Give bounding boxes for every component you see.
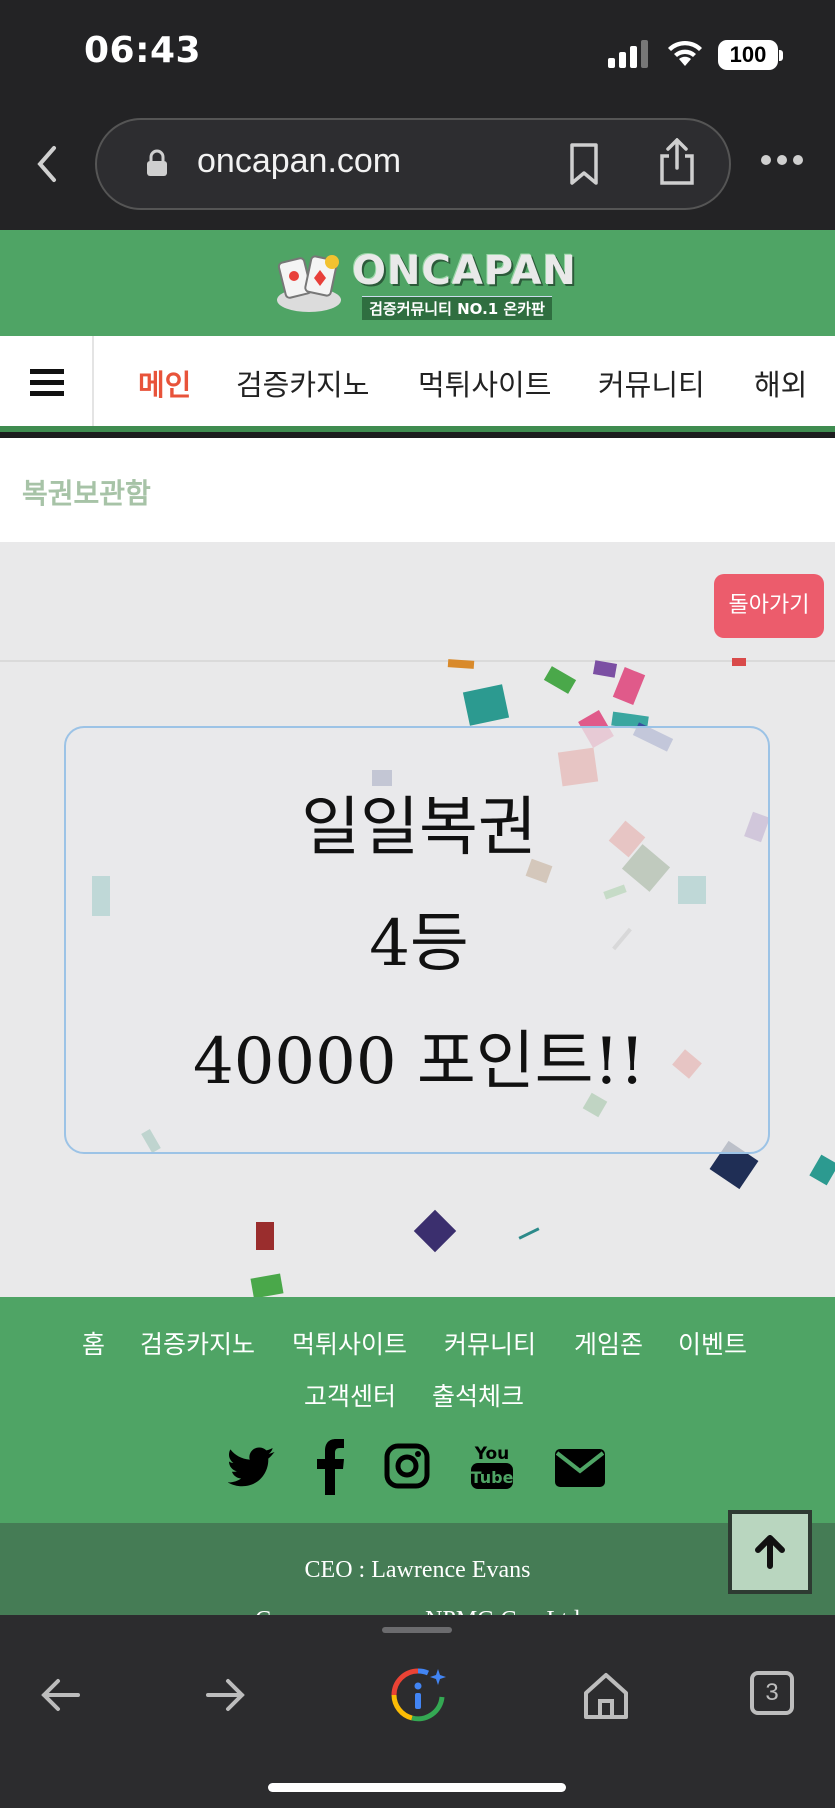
facebook-icon[interactable] — [316, 1439, 346, 1495]
instagram-icon[interactable] — [384, 1439, 430, 1495]
hamburger-menu-icon[interactable] — [0, 336, 94, 426]
envelope-icon[interactable] — [554, 1439, 606, 1495]
footer-link-event[interactable]: 이벤트 — [678, 1325, 747, 1361]
back-button[interactable]: 돌아가기 — [714, 574, 824, 638]
home-icon[interactable] — [576, 1665, 636, 1725]
cellular-signal-icon — [608, 40, 648, 68]
footer-link-home[interactable]: 홈 — [82, 1325, 105, 1361]
twitter-icon[interactable] — [228, 1439, 276, 1495]
footer-link-attendance[interactable]: 출석체크 — [432, 1377, 524, 1413]
url-text: oncapan.com — [197, 142, 402, 180]
browser-toolbar: 3 — [0, 1615, 835, 1808]
lock-icon — [147, 149, 167, 176]
more-options-icon[interactable] — [760, 154, 804, 166]
nav-scroll: 메인 검증카지노 먹튀사이트 커뮤니티 해외 — [94, 336, 835, 426]
prize-rank: 4등 — [369, 907, 469, 981]
prize-reward: 40000 포인트!! — [192, 1025, 645, 1099]
arrow-up-icon — [755, 1535, 785, 1569]
bookmark-icon[interactable] — [567, 142, 601, 186]
prize-name: 일일복권 — [301, 791, 537, 865]
company-info: CEO : Lawrence Evans Company name : NPMG… — [0, 1523, 835, 1633]
chevron-left-icon[interactable] — [28, 142, 68, 186]
svg-text:You: You — [474, 1444, 510, 1464]
footer-link-game-zone[interactable]: 게임존 — [574, 1325, 643, 1361]
page-header: 복권보관함 — [0, 438, 835, 542]
footer-link-scam-sites[interactable]: 먹튀사이트 — [292, 1325, 407, 1361]
url-field[interactable]: oncapan.com — [95, 118, 731, 210]
site-logo[interactable]: ONCAPAN 검증커뮤니티 NO.1 온카판 — [274, 246, 576, 322]
page-title: 복권보관함 — [22, 477, 151, 510]
nav-item-community[interactable]: 커뮤니티 — [598, 362, 705, 404]
status-time: 06:43 — [84, 30, 202, 71]
divider — [0, 660, 835, 662]
lottery-content: 돌아가기 일일복권 4등 40000 포인트!! — [0, 542, 835, 1297]
footer-link-customer-center[interactable]: 고객센터 — [304, 1377, 396, 1413]
footer-link-verified-casino[interactable]: 검증카지노 — [140, 1325, 255, 1361]
battery-indicator: 100 — [718, 40, 778, 70]
site-header: ONCAPAN 검증커뮤니티 NO.1 온카판 — [0, 230, 835, 336]
arrow-right-icon[interactable] — [196, 1665, 256, 1725]
nav-item-main[interactable]: 메인 — [138, 362, 191, 404]
status-bar: 06:43 100 — [0, 0, 835, 112]
nav-item-scam-sites[interactable]: 먹튀사이트 — [418, 362, 551, 404]
youtube-icon[interactable]: You Tube — [470, 1439, 514, 1495]
google-lens-icon[interactable] — [388, 1665, 448, 1725]
logo-subtitle: 검증커뮤니티 NO.1 온카판 — [362, 296, 552, 320]
nav-item-verified-casino[interactable]: 검증카지노 — [236, 362, 369, 404]
ceo-text: CEO : Lawrence Evans — [304, 1557, 531, 1583]
browser-address-bar: oncapan.com — [0, 112, 835, 230]
nav-item-overseas[interactable]: 해외 — [754, 362, 807, 404]
main-nav: 메인 검증카지노 먹튀사이트 커뮤니티 해외 — [0, 336, 835, 432]
toolbar-grabber — [382, 1627, 452, 1633]
logo-cards-icon — [277, 255, 341, 312]
share-icon[interactable] — [657, 138, 697, 186]
svg-text:Tube: Tube — [471, 1468, 514, 1487]
logo-title: ONCAPAN — [352, 248, 577, 294]
arrow-left-icon[interactable] — [30, 1665, 90, 1725]
tab-switcher-button[interactable]: 3 — [750, 1671, 794, 1715]
footer-link-community[interactable]: 커뮤니티 — [444, 1325, 536, 1361]
prize-card: 일일복권 4등 40000 포인트!! — [64, 726, 770, 1154]
scroll-to-top-button[interactable] — [728, 1510, 812, 1594]
wifi-icon — [668, 40, 702, 66]
battery-tip — [779, 50, 783, 61]
home-indicator — [268, 1783, 566, 1792]
site-footer: 홈 검증카지노 먹튀사이트 커뮤니티 게임존 이벤트 고객센터 출석체크 You… — [0, 1297, 835, 1523]
